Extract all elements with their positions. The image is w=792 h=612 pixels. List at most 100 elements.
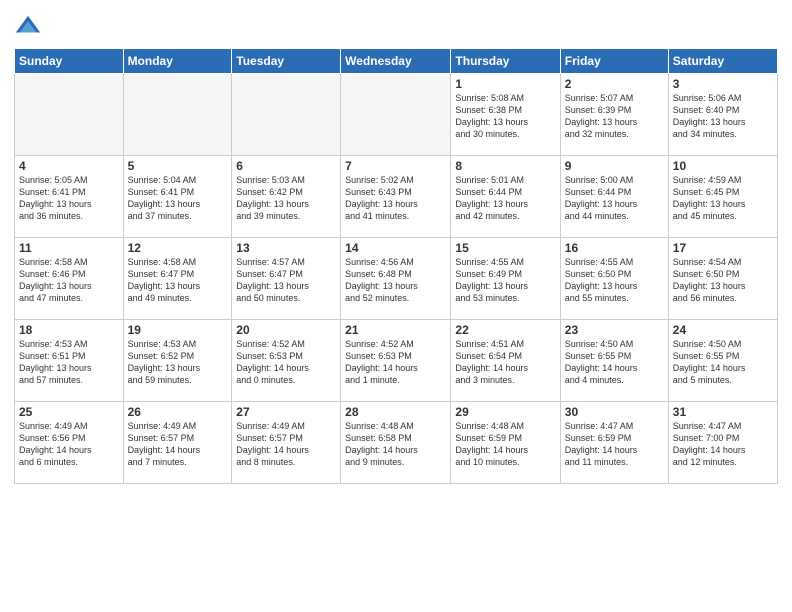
day-info: Sunrise: 4:48 AM Sunset: 6:58 PM Dayligh… <box>345 420 446 469</box>
calendar-body: 1Sunrise: 5:08 AM Sunset: 6:38 PM Daylig… <box>15 74 778 484</box>
day-cell: 26Sunrise: 4:49 AM Sunset: 6:57 PM Dayli… <box>123 402 232 484</box>
day-cell: 18Sunrise: 4:53 AM Sunset: 6:51 PM Dayli… <box>15 320 124 402</box>
day-info: Sunrise: 4:53 AM Sunset: 6:51 PM Dayligh… <box>19 338 119 387</box>
week-row-1: 1Sunrise: 5:08 AM Sunset: 6:38 PM Daylig… <box>15 74 778 156</box>
day-info: Sunrise: 5:05 AM Sunset: 6:41 PM Dayligh… <box>19 174 119 223</box>
day-cell: 24Sunrise: 4:50 AM Sunset: 6:55 PM Dayli… <box>668 320 777 402</box>
day-cell: 9Sunrise: 5:00 AM Sunset: 6:44 PM Daylig… <box>560 156 668 238</box>
day-info: Sunrise: 4:55 AM Sunset: 6:49 PM Dayligh… <box>455 256 555 305</box>
day-number: 1 <box>455 77 555 91</box>
day-info: Sunrise: 5:03 AM Sunset: 6:42 PM Dayligh… <box>236 174 336 223</box>
day-info: Sunrise: 4:53 AM Sunset: 6:52 PM Dayligh… <box>128 338 228 387</box>
column-header-saturday: Saturday <box>668 49 777 74</box>
day-info: Sunrise: 4:49 AM Sunset: 6:57 PM Dayligh… <box>236 420 336 469</box>
day-number: 27 <box>236 405 336 419</box>
day-cell: 3Sunrise: 5:06 AM Sunset: 6:40 PM Daylig… <box>668 74 777 156</box>
day-number: 17 <box>673 241 773 255</box>
day-cell: 8Sunrise: 5:01 AM Sunset: 6:44 PM Daylig… <box>451 156 560 238</box>
day-number: 14 <box>345 241 446 255</box>
day-info: Sunrise: 4:51 AM Sunset: 6:54 PM Dayligh… <box>455 338 555 387</box>
day-info: Sunrise: 4:59 AM Sunset: 6:45 PM Dayligh… <box>673 174 773 223</box>
day-number: 22 <box>455 323 555 337</box>
day-cell: 17Sunrise: 4:54 AM Sunset: 6:50 PM Dayli… <box>668 238 777 320</box>
day-number: 31 <box>673 405 773 419</box>
calendar-header: SundayMondayTuesdayWednesdayThursdayFrid… <box>15 49 778 74</box>
day-info: Sunrise: 5:01 AM Sunset: 6:44 PM Dayligh… <box>455 174 555 223</box>
day-info: Sunrise: 4:56 AM Sunset: 6:48 PM Dayligh… <box>345 256 446 305</box>
day-info: Sunrise: 4:52 AM Sunset: 6:53 PM Dayligh… <box>236 338 336 387</box>
day-number: 13 <box>236 241 336 255</box>
logo-icon <box>14 12 42 40</box>
header-row: SundayMondayTuesdayWednesdayThursdayFrid… <box>15 49 778 74</box>
day-number: 10 <box>673 159 773 173</box>
column-header-sunday: Sunday <box>15 49 124 74</box>
week-row-2: 4Sunrise: 5:05 AM Sunset: 6:41 PM Daylig… <box>15 156 778 238</box>
day-number: 24 <box>673 323 773 337</box>
day-info: Sunrise: 5:02 AM Sunset: 6:43 PM Dayligh… <box>345 174 446 223</box>
day-number: 21 <box>345 323 446 337</box>
week-row-3: 11Sunrise: 4:58 AM Sunset: 6:46 PM Dayli… <box>15 238 778 320</box>
day-cell: 25Sunrise: 4:49 AM Sunset: 6:56 PM Dayli… <box>15 402 124 484</box>
day-number: 8 <box>455 159 555 173</box>
week-row-4: 18Sunrise: 4:53 AM Sunset: 6:51 PM Dayli… <box>15 320 778 402</box>
day-cell: 30Sunrise: 4:47 AM Sunset: 6:59 PM Dayli… <box>560 402 668 484</box>
day-cell: 1Sunrise: 5:08 AM Sunset: 6:38 PM Daylig… <box>451 74 560 156</box>
column-header-tuesday: Tuesday <box>232 49 341 74</box>
column-header-thursday: Thursday <box>451 49 560 74</box>
day-number: 4 <box>19 159 119 173</box>
day-cell: 11Sunrise: 4:58 AM Sunset: 6:46 PM Dayli… <box>15 238 124 320</box>
day-number: 19 <box>128 323 228 337</box>
day-number: 23 <box>565 323 664 337</box>
day-number: 15 <box>455 241 555 255</box>
day-cell: 7Sunrise: 5:02 AM Sunset: 6:43 PM Daylig… <box>341 156 451 238</box>
day-cell <box>341 74 451 156</box>
day-info: Sunrise: 4:55 AM Sunset: 6:50 PM Dayligh… <box>565 256 664 305</box>
day-cell: 12Sunrise: 4:58 AM Sunset: 6:47 PM Dayli… <box>123 238 232 320</box>
day-info: Sunrise: 5:08 AM Sunset: 6:38 PM Dayligh… <box>455 92 555 141</box>
header <box>14 12 778 40</box>
day-cell: 31Sunrise: 4:47 AM Sunset: 7:00 PM Dayli… <box>668 402 777 484</box>
day-info: Sunrise: 4:50 AM Sunset: 6:55 PM Dayligh… <box>565 338 664 387</box>
day-cell: 15Sunrise: 4:55 AM Sunset: 6:49 PM Dayli… <box>451 238 560 320</box>
day-number: 5 <box>128 159 228 173</box>
day-info: Sunrise: 5:00 AM Sunset: 6:44 PM Dayligh… <box>565 174 664 223</box>
day-info: Sunrise: 4:58 AM Sunset: 6:46 PM Dayligh… <box>19 256 119 305</box>
day-cell: 13Sunrise: 4:57 AM Sunset: 6:47 PM Dayli… <box>232 238 341 320</box>
day-info: Sunrise: 4:47 AM Sunset: 6:59 PM Dayligh… <box>565 420 664 469</box>
day-info: Sunrise: 4:57 AM Sunset: 6:47 PM Dayligh… <box>236 256 336 305</box>
day-number: 25 <box>19 405 119 419</box>
day-number: 18 <box>19 323 119 337</box>
day-cell: 21Sunrise: 4:52 AM Sunset: 6:53 PM Dayli… <box>341 320 451 402</box>
page: SundayMondayTuesdayWednesdayThursdayFrid… <box>0 0 792 612</box>
day-cell: 6Sunrise: 5:03 AM Sunset: 6:42 PM Daylig… <box>232 156 341 238</box>
day-number: 16 <box>565 241 664 255</box>
day-cell <box>15 74 124 156</box>
day-number: 26 <box>128 405 228 419</box>
day-cell: 16Sunrise: 4:55 AM Sunset: 6:50 PM Dayli… <box>560 238 668 320</box>
day-info: Sunrise: 4:48 AM Sunset: 6:59 PM Dayligh… <box>455 420 555 469</box>
day-number: 20 <box>236 323 336 337</box>
day-cell: 28Sunrise: 4:48 AM Sunset: 6:58 PM Dayli… <box>341 402 451 484</box>
day-number: 9 <box>565 159 664 173</box>
day-cell: 14Sunrise: 4:56 AM Sunset: 6:48 PM Dayli… <box>341 238 451 320</box>
logo <box>14 12 46 40</box>
day-cell: 29Sunrise: 4:48 AM Sunset: 6:59 PM Dayli… <box>451 402 560 484</box>
day-info: Sunrise: 4:49 AM Sunset: 6:57 PM Dayligh… <box>128 420 228 469</box>
day-info: Sunrise: 5:06 AM Sunset: 6:40 PM Dayligh… <box>673 92 773 141</box>
day-number: 29 <box>455 405 555 419</box>
day-number: 6 <box>236 159 336 173</box>
day-cell: 22Sunrise: 4:51 AM Sunset: 6:54 PM Dayli… <box>451 320 560 402</box>
column-header-wednesday: Wednesday <box>341 49 451 74</box>
day-cell: 10Sunrise: 4:59 AM Sunset: 6:45 PM Dayli… <box>668 156 777 238</box>
day-info: Sunrise: 4:58 AM Sunset: 6:47 PM Dayligh… <box>128 256 228 305</box>
day-cell: 23Sunrise: 4:50 AM Sunset: 6:55 PM Dayli… <box>560 320 668 402</box>
day-cell: 20Sunrise: 4:52 AM Sunset: 6:53 PM Dayli… <box>232 320 341 402</box>
day-number: 28 <box>345 405 446 419</box>
day-info: Sunrise: 4:54 AM Sunset: 6:50 PM Dayligh… <box>673 256 773 305</box>
day-cell: 27Sunrise: 4:49 AM Sunset: 6:57 PM Dayli… <box>232 402 341 484</box>
day-info: Sunrise: 4:49 AM Sunset: 6:56 PM Dayligh… <box>19 420 119 469</box>
day-number: 7 <box>345 159 446 173</box>
day-cell <box>123 74 232 156</box>
day-number: 12 <box>128 241 228 255</box>
week-row-5: 25Sunrise: 4:49 AM Sunset: 6:56 PM Dayli… <box>15 402 778 484</box>
